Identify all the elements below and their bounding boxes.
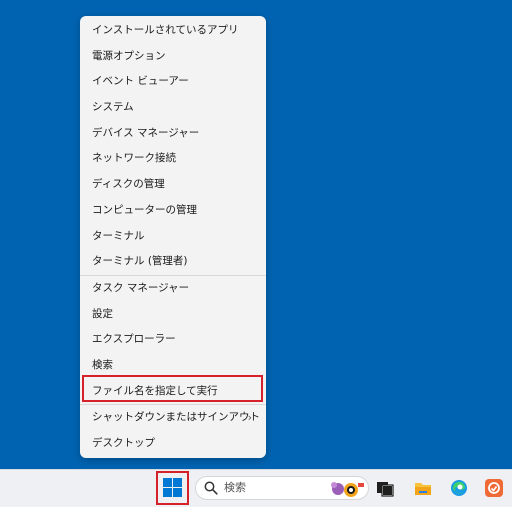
menu-item-installed-apps[interactable]: インストールされているアプリ [80,18,266,44]
menu-item-search[interactable]: 検索 [80,353,266,379]
edge-browser-icon[interactable] [450,479,468,497]
menu-item-computer-management[interactable]: コンピューターの管理 [80,198,266,224]
file-explorer-icon[interactable] [414,479,432,497]
menu-item-system[interactable]: システム [80,95,266,121]
search-placeholder: 検索 [224,481,246,494]
chevron-right-icon: › [247,411,252,425]
menu-item-network-connections[interactable]: ネットワーク接続 [80,146,266,172]
menu-item-device-manager[interactable]: デバイス マネージャー [80,121,266,147]
search-icon [204,481,218,495]
windows-start-icon[interactable] [163,478,182,497]
taskbar-search-box[interactable]: 検索 [195,476,369,500]
menu-item-desktop[interactable]: デスクトップ [80,431,266,457]
menu-item-power-options[interactable]: 電源オプション [80,44,266,70]
menu-item-label: シャットダウンまたはサインアウト [92,411,260,424]
menu-item-terminal-admin[interactable]: ターミナル (管理者) [80,249,266,275]
menu-item-event-viewer[interactable]: イベント ビューアー [80,69,266,95]
menu-item-run[interactable]: ファイル名を指定して実行 [80,379,266,405]
menu-item-settings[interactable]: 設定 [80,302,266,328]
menu-item-terminal[interactable]: ターミナル [80,224,266,250]
menu-item-shutdown-signout[interactable]: シャットダウンまたはサインアウト › [80,405,266,431]
menu-item-disk-management[interactable]: ディスクの管理 [80,172,266,198]
task-view-icon[interactable] [376,479,394,497]
menu-item-task-manager[interactable]: タスク マネージャー [80,276,266,302]
search-highlight-art-icon [331,482,364,497]
menu-item-file-explorer[interactable]: エクスプローラー [80,327,266,353]
app-orange-icon[interactable] [485,479,503,497]
start-context-menu: インストールされているアプリ 電源オプション イベント ビューアー システム デ… [80,16,266,458]
